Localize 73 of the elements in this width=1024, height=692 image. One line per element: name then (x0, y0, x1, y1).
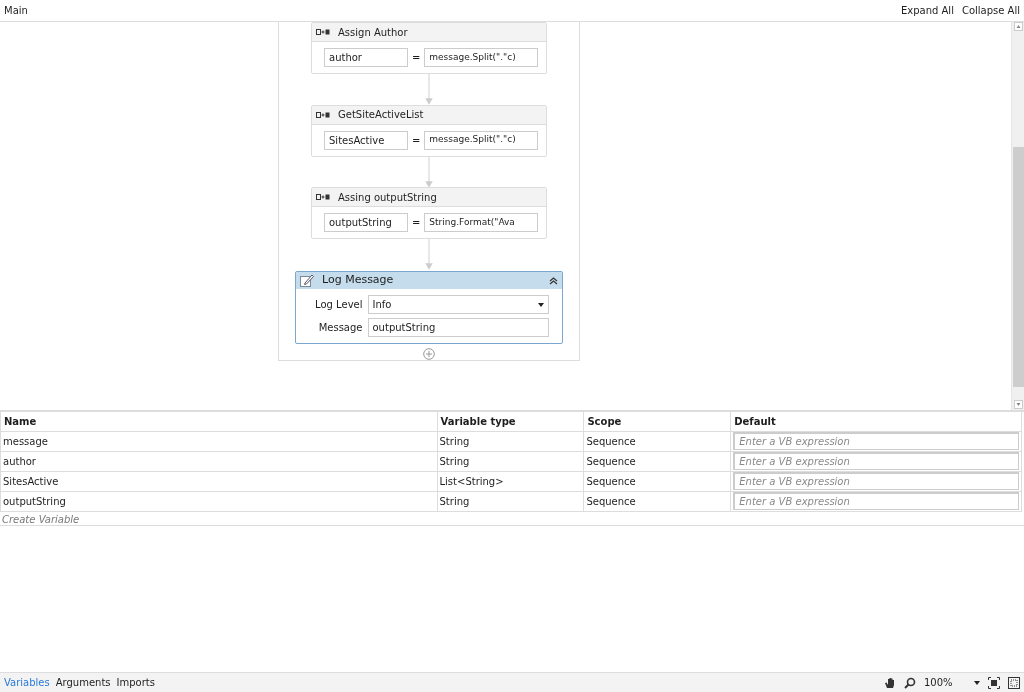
dropdown-arrow-icon (974, 680, 980, 685)
variable-scope-cell: Sequence (583, 451, 731, 471)
create-variable-link[interactable]: Create Variable (0, 511, 1024, 526)
variable-type-cell: List<String> (437, 471, 584, 491)
activity-title: Assing outputString (338, 190, 437, 205)
scroll-down-icon (1013, 400, 1023, 409)
log-level-dropdown[interactable]: Info (367, 295, 549, 314)
assign-value-field[interactable]: String.Format("Ava (424, 213, 538, 233)
column-header: Variable type (437, 412, 584, 431)
variable-scope-cell: Sequence (583, 431, 731, 451)
fit-screen-icon (988, 676, 1000, 689)
overview-icon (1008, 676, 1020, 689)
column-header: Default (730, 412, 1022, 431)
default-value-field[interactable]: Enter a VB expression (733, 492, 1019, 510)
field-label: Message (317, 321, 364, 335)
header-link[interactable]: Collapse All (961, 3, 1020, 18)
variable-type-cell: String (437, 491, 584, 511)
default-value-field[interactable]: Enter a VB expression (733, 472, 1019, 490)
double-chevron-icon (549, 276, 558, 285)
equals-sign: = (410, 216, 422, 231)
assign-target-field[interactable]: SitesActive (324, 130, 408, 150)
assign-target-field[interactable]: outputString (324, 213, 408, 233)
assign-activity[interactable]: Assign Author author = message.Split("."c) (311, 22, 547, 74)
activity-title: Log Message (322, 272, 394, 289)
variable-name-cell: outputString (0, 491, 437, 511)
dropdown-arrow-icon (538, 302, 544, 307)
assign-activity[interactable]: Assing outputString outputString = String.Format("Ava (311, 187, 547, 240)
variable-type-cell: String (437, 431, 584, 451)
connector-arrow (424, 74, 434, 105)
connector-arrow (424, 239, 434, 271)
zoom-dropdown[interactable]: 100% (924, 675, 980, 690)
edit-icon (300, 274, 314, 287)
zoom-button[interactable] (904, 676, 916, 689)
assign-icon (316, 193, 330, 202)
variable-name-cell: author (0, 451, 437, 471)
plus-circle-icon (423, 348, 435, 360)
assign-value-field[interactable]: message.Split("."c) (424, 48, 538, 67)
assign-value-field[interactable]: message.Split("."c) (424, 130, 538, 150)
variable-name-cell: message (0, 431, 437, 451)
variable-type-cell: String (437, 451, 584, 471)
magnifier-icon (904, 676, 916, 689)
header-link[interactable]: Expand All (900, 3, 954, 18)
bottom-tab[interactable]: Arguments (55, 675, 117, 690)
collapse-button[interactable] (549, 276, 558, 285)
assign-activity[interactable]: GetSiteActiveList SitesActive = message.Split("."c) (311, 104, 547, 157)
equals-sign: = (410, 51, 422, 65)
hand-icon (884, 676, 896, 689)
activity-title: GetSiteActiveList (338, 108, 424, 123)
column-header: Name (0, 412, 437, 431)
field-label: Log Level (314, 298, 364, 312)
equals-sign: = (410, 133, 422, 148)
default-value-field[interactable]: Enter a VB expression (733, 452, 1019, 470)
scroll-up-icon (1013, 22, 1023, 31)
message-field[interactable]: outputString (367, 318, 549, 337)
variable-name-cell: SitesActive (0, 471, 437, 491)
assign-target-field[interactable]: author (324, 48, 408, 67)
variable-scope-cell: Sequence (583, 471, 731, 491)
assign-icon (316, 28, 330, 36)
variable-scope-cell: Sequence (583, 491, 731, 511)
overview-button[interactable] (1008, 676, 1020, 689)
pan-button[interactable] (884, 676, 896, 689)
default-value-field[interactable]: Enter a VB expression (733, 432, 1019, 450)
column-header: Scope (583, 412, 731, 431)
scrollbar[interactable] (1011, 22, 1024, 410)
bottom-tab[interactable]: Variables (4, 675, 56, 690)
document-title: Main (4, 4, 28, 18)
bottom-tab[interactable]: Imports (116, 675, 161, 690)
assign-icon (316, 110, 330, 119)
activity-title: Assign Author (338, 25, 408, 40)
fit-screen-button[interactable] (988, 676, 1000, 689)
connector-arrow (424, 156, 434, 188)
log-message-activity[interactable]: Log Message Log Level Info Message outputString (295, 271, 563, 344)
scroll-thumb[interactable] (1012, 147, 1024, 387)
